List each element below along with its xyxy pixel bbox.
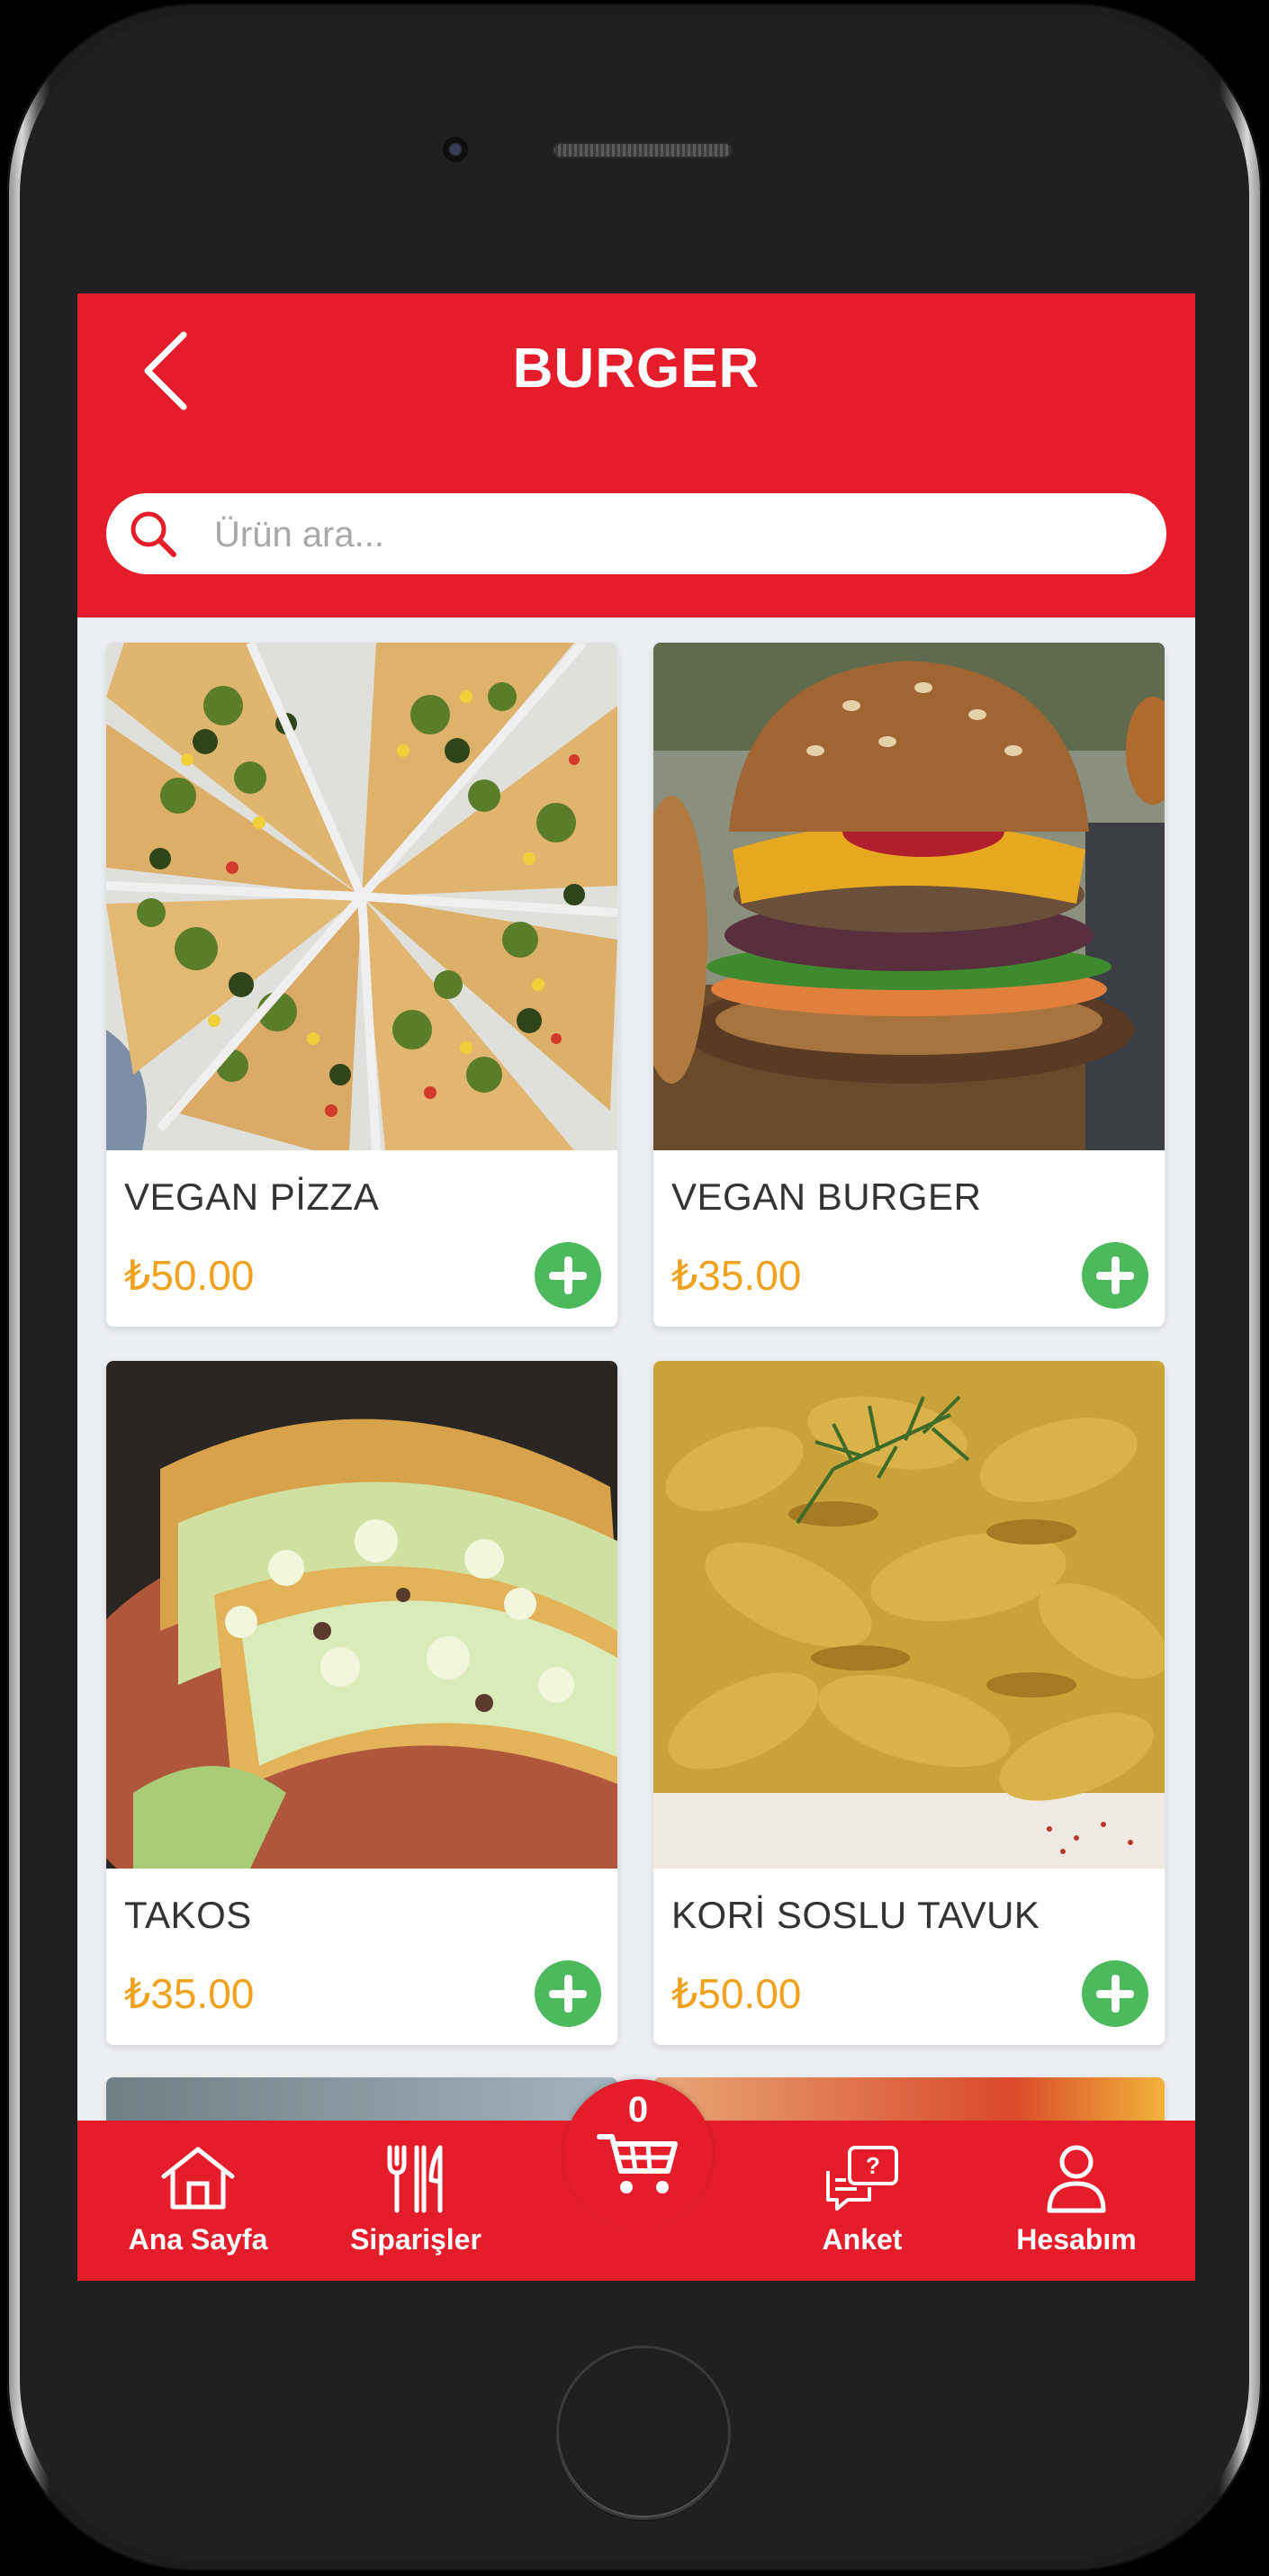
product-card[interactable]: TAKOS ₺35.00: [106, 1361, 617, 2045]
product-card[interactable]: VEGAN BURGER ₺35.00: [653, 643, 1165, 1327]
nav-label-home: Ana Sayfa: [128, 2223, 268, 2256]
add-to-cart-button[interactable]: [535, 1960, 601, 2027]
burger-photo: [653, 643, 1165, 1150]
product-card[interactable]: VEGAN PİZZA ₺50.00: [106, 643, 617, 1327]
tacos-photo: [106, 1361, 617, 1869]
product-price: ₺50.00: [671, 1970, 802, 2017]
product-price: ₺35.00: [124, 1970, 255, 2017]
front-camera: [443, 137, 468, 162]
product-price: ₺35.00: [671, 1252, 802, 1299]
nav-item-survey[interactable]: ? Anket: [772, 2121, 952, 2281]
home-icon: [161, 2147, 235, 2210]
svg-text:?: ?: [866, 2152, 880, 2179]
add-to-cart-button[interactable]: [535, 1242, 601, 1309]
cart-button[interactable]: 0: [563, 2079, 713, 2229]
product-name: VEGAN PİZZA: [124, 1175, 380, 1218]
pizza-photo: [106, 643, 617, 1150]
add-to-cart-button[interactable]: [1082, 1960, 1148, 2027]
nav-item-orders[interactable]: Siparişler: [322, 2121, 509, 2281]
earpiece-speaker: [553, 142, 733, 158]
user-icon: [1047, 2145, 1106, 2213]
search-icon: [130, 511, 176, 557]
search-input[interactable]: [212, 493, 1134, 576]
nav-label-account: Hesabım: [1016, 2223, 1137, 2256]
page-title: BURGER: [512, 338, 760, 400]
cutlery-icon: [387, 2145, 443, 2213]
nav-label-survey: Anket: [822, 2223, 903, 2256]
app-screen: BURGER Ürün ara... VEGAN PİZZA ₺50.00 VE…: [77, 293, 1195, 2281]
app-header: BURGER: [77, 293, 1195, 617]
product-card[interactable]: KORİ SOSLU TAVUK ₺50.00: [653, 1361, 1165, 2045]
cart-count-badge: 0: [627, 2090, 649, 2130]
nav-label-orders: Siparişler: [350, 2223, 482, 2256]
cart-icon: [597, 2134, 678, 2193]
product-price: ₺50.00: [124, 1252, 255, 1299]
nav-item-account[interactable]: Hesabım: [986, 2121, 1166, 2281]
home-hardware-button[interactable]: [556, 2346, 731, 2520]
nav-item-home[interactable]: Ana Sayfa: [104, 2121, 292, 2281]
add-to-cart-button[interactable]: [1082, 1242, 1148, 1309]
curry-chicken-photo: [653, 1361, 1165, 1869]
product-name: VEGAN BURGER: [671, 1175, 982, 1218]
search-bar[interactable]: [106, 493, 1166, 576]
phone-frame: BURGER Ürün ara... VEGAN PİZZA ₺50.00 VE…: [7, 4, 1262, 2571]
survey-chat-icon: ?: [826, 2146, 898, 2211]
product-name: KORİ SOSLU TAVUK: [671, 1894, 1040, 1936]
product-name: TAKOS: [124, 1894, 252, 1936]
